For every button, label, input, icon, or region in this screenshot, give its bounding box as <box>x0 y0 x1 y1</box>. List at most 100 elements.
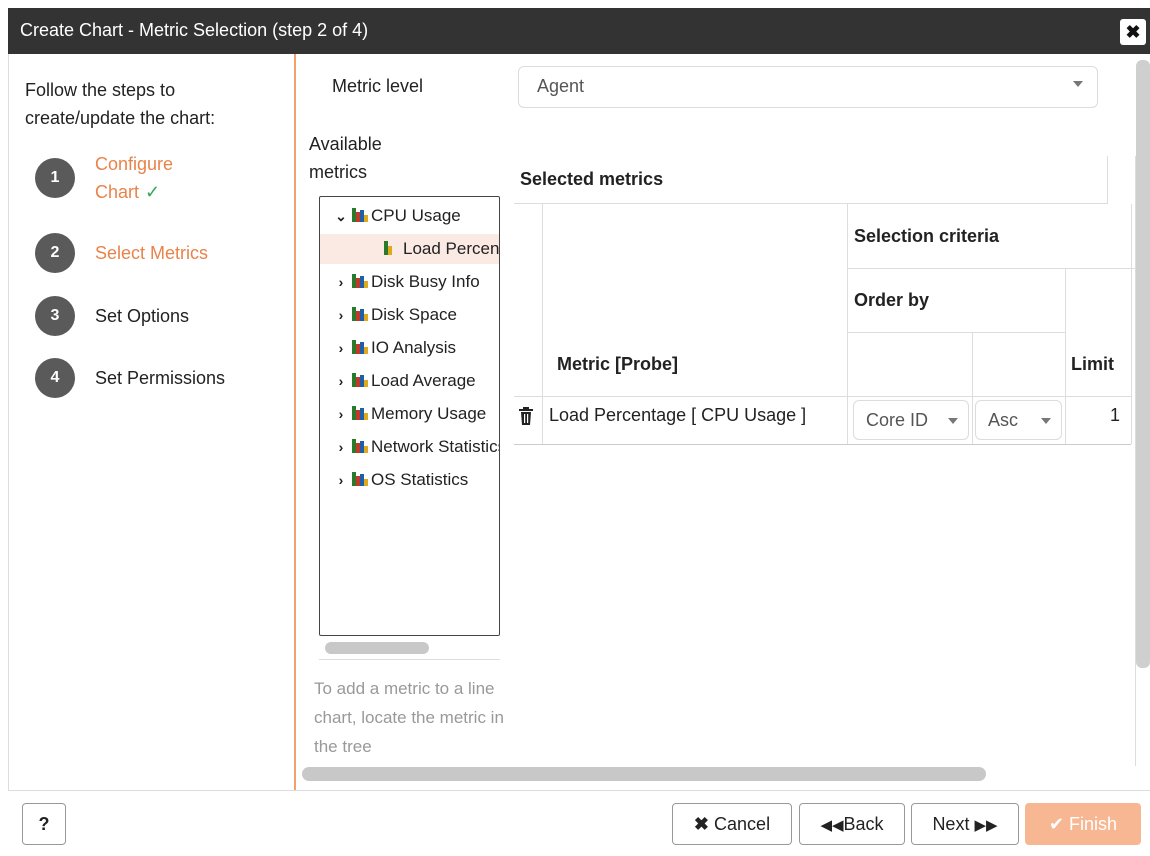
icon-bar <box>364 281 368 289</box>
next-button[interactable]: Next ▶▶ <box>911 803 1019 845</box>
step-number: 4 <box>35 358 75 398</box>
tree-item-label: IO Analysis <box>371 338 457 357</box>
chevron-right-icon[interactable]: › <box>334 432 348 462</box>
grid-divider <box>542 204 543 444</box>
grid-divider <box>514 444 1131 445</box>
metric-level-value: Agent <box>537 76 585 96</box>
step-label: Set Permissions <box>95 368 226 388</box>
bar-chart-icon <box>352 208 368 223</box>
dialog-footer: ? ✖ Cancel ◀◀Back Next ▶▶ ✔ Finish <box>8 790 1150 856</box>
grid-divider <box>972 332 973 444</box>
order-by-field-select[interactable]: Core ID <box>853 400 969 440</box>
icon-bar <box>364 215 368 223</box>
metric-bar-icon <box>384 241 400 256</box>
bar-chart-icon <box>352 274 368 289</box>
help-button[interactable]: ? <box>22 803 66 845</box>
step-number: 1 <box>35 158 75 198</box>
tree-item[interactable]: › Disk Space <box>320 300 457 330</box>
tree-horizontal-scrollbar[interactable] <box>319 638 500 660</box>
bar-chart-icon <box>352 472 368 487</box>
selected-metrics-grid: Selected metrics Selection criteria Orde… <box>514 156 1136 766</box>
selected-metric-name: Load Percentage [ CPU Usage ] <box>549 405 807 425</box>
tree-item[interactable]: ⌄ CPU Usage <box>320 201 461 231</box>
dialog-titlebar: Create Chart - Metric Selection (step 2 … <box>8 8 1150 54</box>
chevron-down-icon[interactable]: ⌄ <box>334 201 348 231</box>
available-metrics-label: Available metrics <box>309 134 382 182</box>
steps-panel: Follow the steps to create/update the ch… <box>9 54 294 790</box>
step-number: 3 <box>35 296 75 336</box>
tree-item-label: Load Average <box>371 371 476 390</box>
chevron-right-icon[interactable]: › <box>334 465 348 495</box>
header-selection-criteria: Selection criteria <box>854 226 1000 246</box>
checkmark-icon: ✓ <box>145 182 161 202</box>
bar-chart-icon <box>352 406 368 421</box>
bar-chart-icon <box>352 340 368 355</box>
metric-level-label: Metric level <box>332 76 424 96</box>
grid-divider <box>847 268 1136 269</box>
grid-divider <box>1131 204 1132 444</box>
tree-item[interactable]: › IO Analysis <box>320 333 456 363</box>
caret-down-icon <box>1041 418 1051 424</box>
chevron-right-icon[interactable]: › <box>334 399 348 429</box>
bar-chart-icon <box>352 439 368 454</box>
close-icon: ✖ <box>693 814 710 834</box>
tree-item-label: Memory Usage <box>371 404 487 423</box>
grid-divider <box>1065 268 1066 444</box>
chevron-right-icon[interactable]: › <box>334 333 348 363</box>
icon-bar <box>364 446 368 454</box>
step-label: Set Options <box>95 306 190 326</box>
header-limit: Limit <box>1071 354 1114 374</box>
tree-item-label: CPU Usage <box>371 206 461 225</box>
dialog-title: Create Chart - Metric Selection (step 2 … <box>20 20 369 40</box>
tree-item-label: OS Statistics <box>371 470 469 489</box>
steps-intro: Follow the steps to create/update the ch… <box>25 80 216 128</box>
chevron-right-icon[interactable]: › <box>334 366 348 396</box>
selected-metrics-title: Selected metrics <box>514 156 1108 204</box>
vertical-scrollbar[interactable] <box>1136 60 1150 668</box>
step-number: 2 <box>35 233 75 273</box>
grid-divider <box>847 332 1065 333</box>
step-label: Select Metrics <box>95 243 209 263</box>
order-direction-select[interactable]: Asc <box>975 400 1062 440</box>
header-order-by: Order by <box>854 290 930 310</box>
limit-input[interactable]: 1 <box>1110 405 1120 426</box>
help-text: To add a metric to a line chart, locate … <box>314 679 504 756</box>
bar-chart-icon <box>352 373 368 388</box>
tree-item[interactable]: › Disk Busy Info <box>320 267 480 297</box>
icon-bar <box>388 246 392 256</box>
metrics-tree[interactable]: ⌄ CPU Usage Load Percentage › Disk Busy Info… <box>319 196 500 636</box>
finish-button[interactable]: ✔ Finish <box>1025 803 1141 845</box>
dialog-body: Follow the steps to create/update the ch… <box>8 54 1150 790</box>
chevron-right-icon[interactable]: › <box>334 300 348 330</box>
grid-divider <box>847 204 848 444</box>
tree-item-label: Disk Space <box>371 305 457 324</box>
tree-item-label: Load Percentage <box>403 239 500 258</box>
metric-selection-content: Metric level Agent Available metrics ⌄ CP… <box>296 54 1141 790</box>
icon-bar <box>364 380 368 388</box>
bar-chart-icon <box>352 307 368 322</box>
caret-down-icon <box>948 418 958 424</box>
rewind-icon: ◀◀ <box>820 817 844 834</box>
tree-item[interactable]: › Load Average <box>320 366 476 396</box>
icon-bar <box>364 479 368 487</box>
icon-bar <box>364 413 368 421</box>
close-icon[interactable]: ✖ <box>1120 19 1146 45</box>
tree-item[interactable]: › OS Statistics <box>320 465 469 495</box>
step-label: Configure Chart ✓ <box>95 154 174 202</box>
back-button[interactable]: ◀◀Back <box>799 803 905 845</box>
icon-bar <box>364 314 368 322</box>
trash-icon[interactable] <box>518 407 534 430</box>
tree-item-child[interactable]: Load Percentage <box>320 234 500 264</box>
cancel-button[interactable]: ✖ Cancel <box>672 803 792 845</box>
chevron-right-icon[interactable]: › <box>334 267 348 297</box>
header-metric-probe: Metric [Probe] <box>557 354 679 374</box>
tree-item[interactable]: › Memory Usage <box>320 399 487 429</box>
icon-bar <box>364 347 368 355</box>
grid-divider <box>514 396 1131 397</box>
metric-level-select[interactable]: Agent <box>518 66 1098 108</box>
tree-item-label: Network Statistics <box>371 437 500 456</box>
horizontal-scrollbar[interactable] <box>302 767 986 781</box>
caret-down-icon <box>1073 81 1083 87</box>
tree-item[interactable]: › Network Statistics <box>320 432 500 462</box>
scrollbar-thumb[interactable] <box>325 642 429 654</box>
